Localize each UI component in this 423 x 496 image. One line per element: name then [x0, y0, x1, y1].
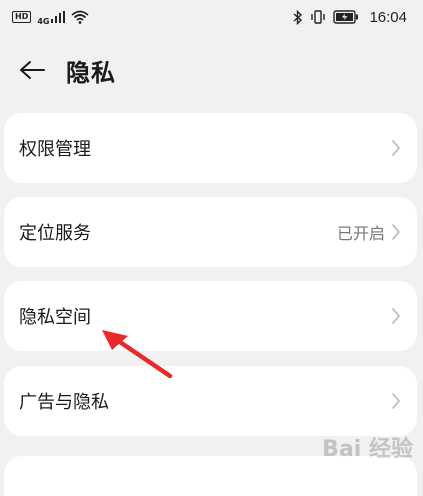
item-label: 定位服务 [19, 223, 91, 244]
item-right: 已开启 [337, 220, 401, 244]
item-right [385, 392, 401, 410]
settings-item-ads-and-privacy[interactable]: 广告与隐私 [4, 366, 417, 436]
watermark: Bai 经验 [322, 431, 413, 463]
status-bar: HD 4G 16:04 [0, 0, 423, 34]
battery-icon [333, 10, 359, 24]
network-type: 4G [37, 16, 50, 26]
wifi-icon [71, 10, 90, 24]
red-annotation-arrow-icon [102, 330, 173, 379]
vibrate-icon [311, 10, 326, 24]
item-label: 权限管理 [19, 139, 91, 160]
page-title: 隐私 [66, 58, 116, 87]
watermark-text: Bai 经验 [322, 437, 413, 462]
settings-item-permission-management[interactable]: 权限管理 [4, 113, 417, 183]
settings-item-location-service[interactable]: 定位服务 已开启 [4, 197, 417, 267]
status-right: 16:04 [293, 9, 407, 26]
chevron-right-icon [392, 224, 400, 240]
item-right [385, 307, 401, 325]
chevron-right-icon [392, 140, 400, 156]
back-arrow-icon [20, 61, 45, 79]
settings-item-private-space[interactable]: 隐私空间 [4, 281, 417, 351]
clock: 16:04 [369, 8, 407, 26]
status-left: HD 4G [12, 9, 90, 26]
bluetooth-icon [293, 9, 303, 25]
chevron-right-icon [392, 308, 400, 324]
item-label: 隐私空间 [19, 307, 91, 328]
item-value: 已开启 [336, 224, 385, 243]
hd-badge: HD [12, 11, 32, 23]
item-label: 广告与隐私 [19, 392, 109, 413]
page-header: 隐私 [0, 48, 423, 92]
chevron-right-icon [392, 393, 400, 409]
item-right [385, 139, 401, 157]
signal-icon [51, 11, 66, 23]
back-button[interactable] [12, 50, 52, 90]
